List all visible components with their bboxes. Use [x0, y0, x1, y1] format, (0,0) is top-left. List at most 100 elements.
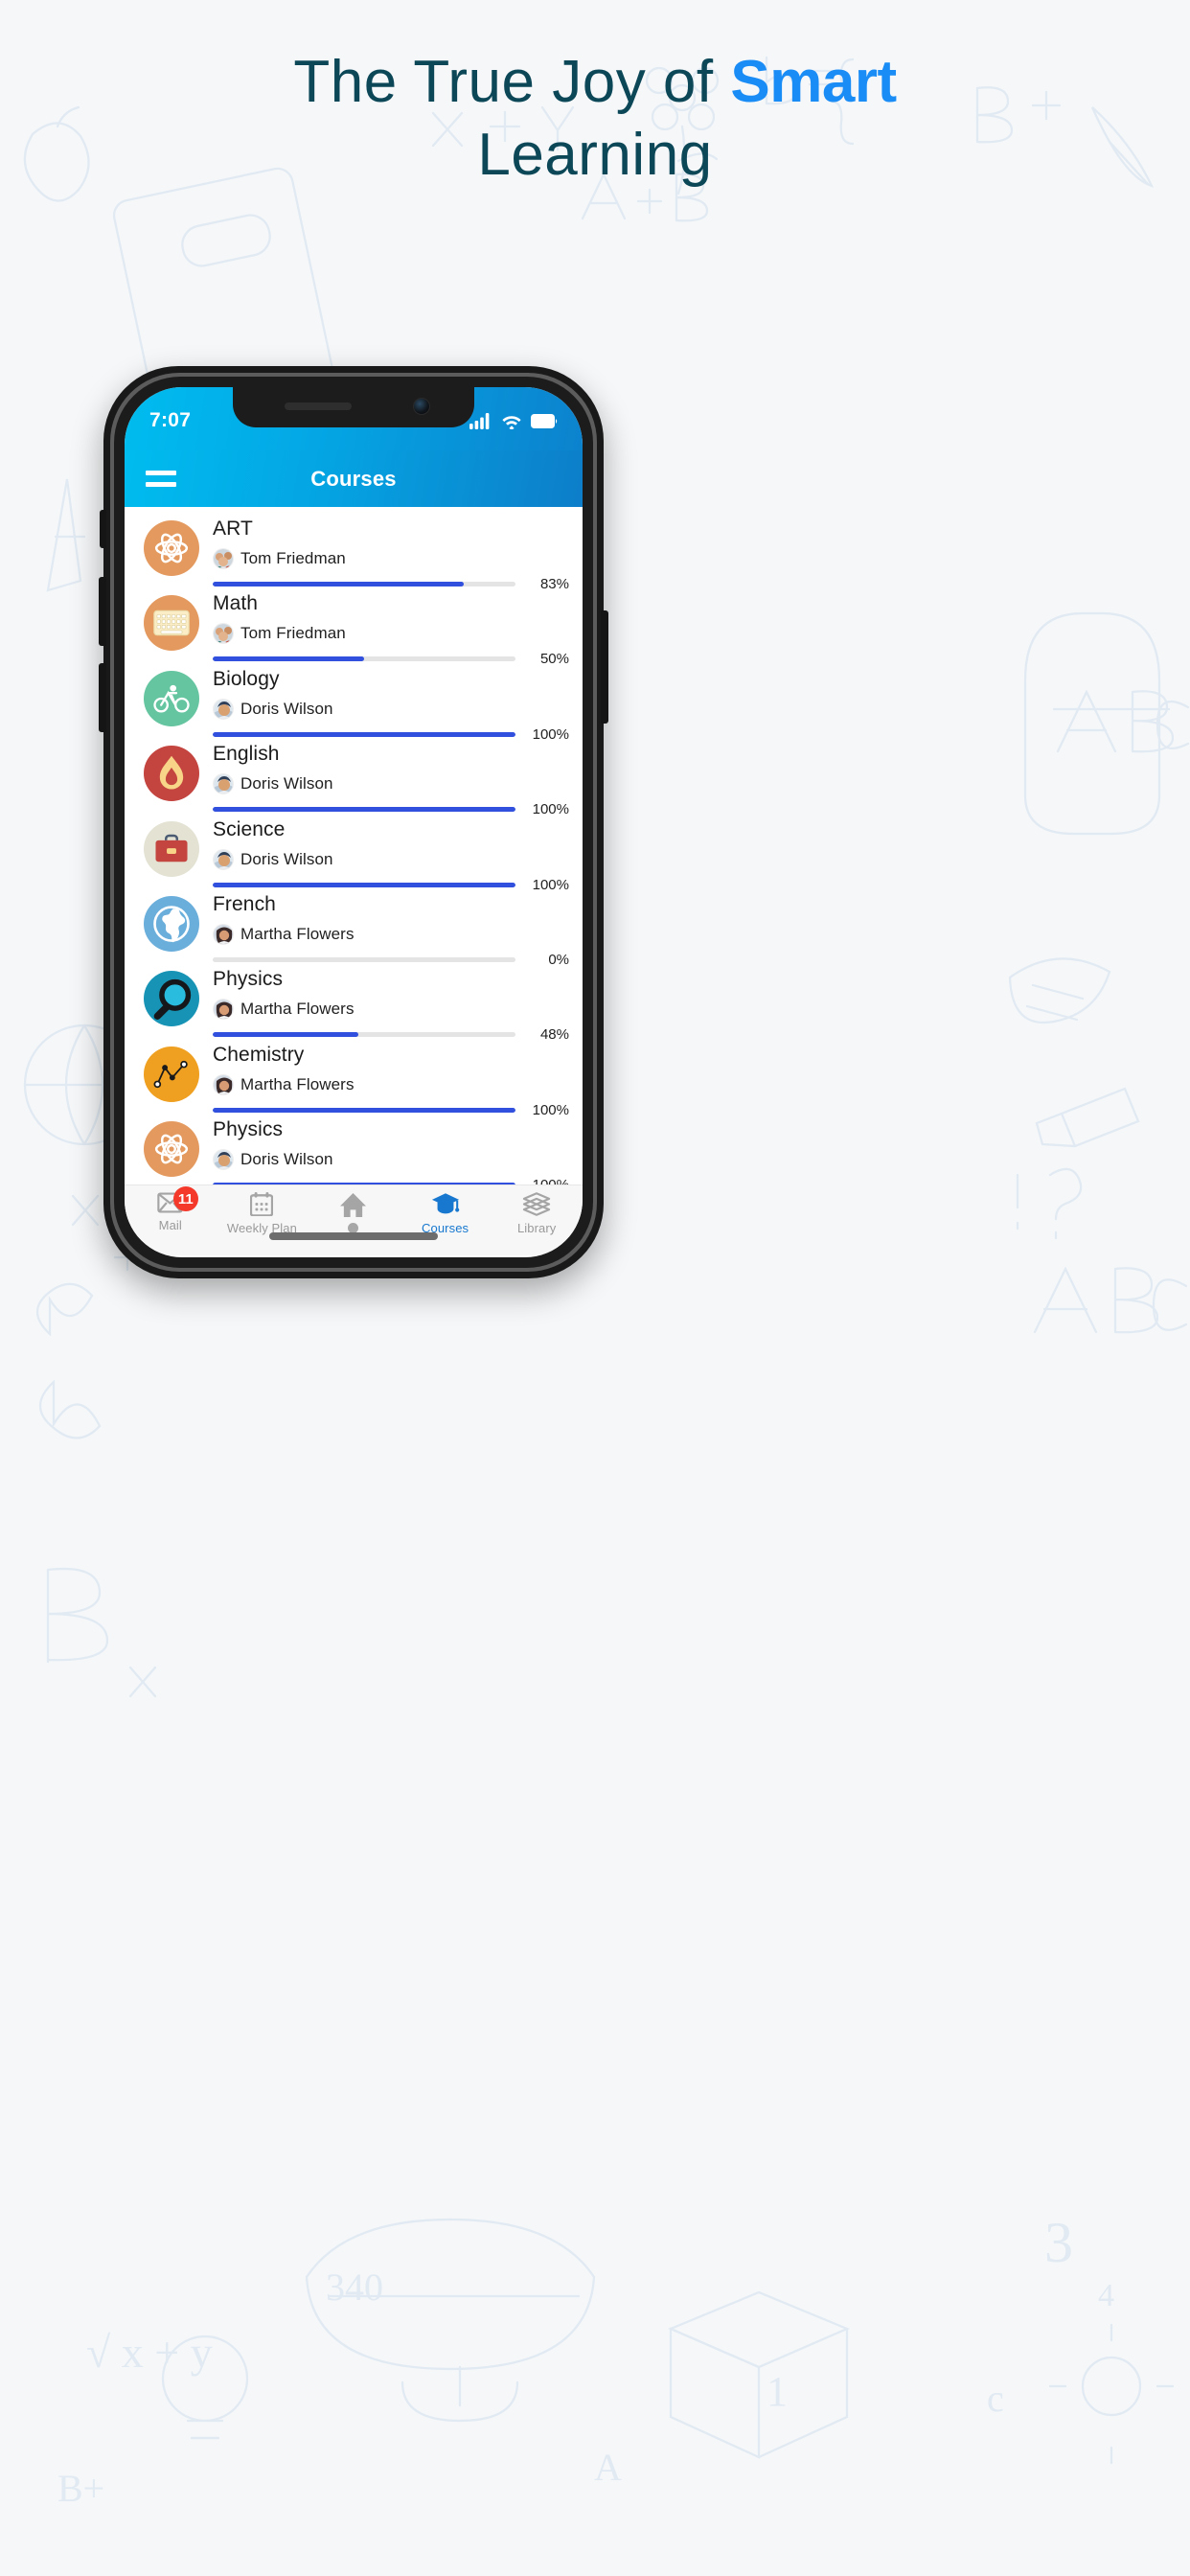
- nav-item-weekly-plan[interactable]: Weekly Plan: [217, 1192, 309, 1235]
- course-teacher: Doris Wilson: [213, 1149, 569, 1171]
- front-camera: [413, 398, 430, 415]
- teacher-name: Doris Wilson: [240, 774, 333, 794]
- phone-mockup: 7:07 Courses ART Tom Friedman 83% Math T…: [99, 366, 1014, 1278]
- atom-icon: [144, 520, 199, 576]
- svg-text:4: 4: [1098, 2278, 1114, 2313]
- course-row[interactable]: Science Doris Wilson 100%: [125, 812, 583, 893]
- course-row[interactable]: Math Tom Friedman 50%: [125, 586, 583, 667]
- progress-percent-label: 100%: [525, 1177, 569, 1184]
- doris-wilson-avatar: [213, 773, 234, 795]
- headline-accent-word: Smart: [730, 49, 897, 115]
- teacher-name: Doris Wilson: [240, 849, 333, 868]
- phone-notch: [233, 387, 474, 427]
- power-button[interactable]: [601, 610, 608, 724]
- course-details: ART Tom Friedman 83%: [213, 517, 569, 592]
- course-row[interactable]: French Martha Flowers 0%: [125, 886, 583, 968]
- course-title: English: [213, 743, 280, 766]
- course-teacher: Martha Flowers: [213, 924, 569, 945]
- progress-track: [213, 1183, 515, 1184]
- course-title: ART: [213, 518, 253, 540]
- earpiece-speaker: [285, 402, 352, 410]
- progress-fill: [213, 1183, 515, 1184]
- course-row[interactable]: Physics Martha Flowers 48%: [125, 961, 583, 1043]
- volume-down-button[interactable]: [99, 663, 106, 732]
- nav-item-label: Library: [516, 1221, 557, 1235]
- course-teacher: Doris Wilson: [213, 848, 569, 870]
- course-teacher: Tom Friedman: [213, 623, 569, 645]
- course-title: Biology: [213, 667, 280, 690]
- page-headline: The True Joy of Smart Learning: [0, 46, 1190, 191]
- headline-line2: Learning: [477, 121, 713, 188]
- course-row[interactable]: Chemistry Martha Flowers 100%: [125, 1037, 583, 1118]
- wifi-icon: [502, 415, 521, 429]
- course-row[interactable]: Biology Doris Wilson 100%: [125, 661, 583, 743]
- nav-item-label: Mail: [158, 1218, 182, 1232]
- bicycle-icon: [144, 670, 199, 726]
- martha-flowers-avatar: [213, 1073, 234, 1095]
- course-details: Biology Doris Wilson 100%: [213, 667, 569, 743]
- course-details: English Doris Wilson 100%: [213, 742, 569, 817]
- magnifier-icon: [144, 971, 199, 1027]
- svg-text:c: c: [987, 2377, 1004, 2420]
- course-teacher: Doris Wilson: [213, 773, 569, 795]
- martha-flowers-avatar: [213, 924, 234, 945]
- teacher-name: Doris Wilson: [240, 1150, 333, 1169]
- svg-text:A: A: [594, 2446, 622, 2489]
- svg-text:340: 340: [326, 2266, 383, 2309]
- svg-text:1: 1: [767, 2368, 788, 2415]
- course-row[interactable]: English Doris Wilson 100%: [125, 736, 583, 817]
- phone-frame: 7:07 Courses ART Tom Friedman 83% Math T…: [99, 366, 608, 1278]
- nav-badge: 11: [172, 1186, 198, 1211]
- volume-up-button[interactable]: [99, 577, 106, 646]
- nav-item-mail[interactable]: Mail 11: [125, 1186, 217, 1232]
- course-details: Science Doris Wilson 100%: [213, 817, 569, 893]
- martha-flowers-avatar: [213, 999, 234, 1021]
- course-title: French: [213, 892, 276, 915]
- doris-wilson-avatar: [213, 698, 234, 720]
- signal-icon: [469, 412, 490, 429]
- atom-icon: [144, 1121, 199, 1178]
- doris-wilson-avatar: [213, 1149, 234, 1171]
- tom-friedman-avatar: [213, 623, 234, 645]
- battery-icon: [531, 413, 558, 428]
- course-details: Chemistry Martha Flowers 100%: [213, 1043, 569, 1118]
- teacher-name: Martha Flowers: [240, 1074, 355, 1093]
- course-title: Science: [213, 817, 286, 840]
- calendar-icon: [250, 1192, 274, 1216]
- teacher-name: Tom Friedman: [240, 624, 346, 643]
- course-teacher: Doris Wilson: [213, 698, 569, 720]
- silent-switch-button[interactable]: [100, 510, 106, 548]
- keyboard-icon: [144, 595, 199, 652]
- teacher-name: Tom Friedman: [240, 549, 346, 568]
- svg-text:3: 3: [1044, 2211, 1073, 2274]
- nav-item-library[interactable]: Library: [491, 1192, 583, 1235]
- bottom-navigation-bar[interactable]: Mail 11 Weekly Plan Courses Library: [125, 1184, 583, 1255]
- teacher-name: Martha Flowers: [240, 1000, 355, 1019]
- books-icon: [523, 1192, 551, 1216]
- course-details: French Martha Flowers 0%: [213, 892, 569, 968]
- graduation-cap-icon: [431, 1193, 459, 1214]
- course-row[interactable]: ART Tom Friedman 83%: [125, 511, 583, 592]
- teacher-name: Doris Wilson: [240, 699, 333, 718]
- briefcase-icon: [144, 820, 199, 877]
- course-teacher: Martha Flowers: [213, 999, 569, 1021]
- teacher-name: Martha Flowers: [240, 925, 355, 943]
- home-icon: [340, 1192, 367, 1218]
- flame-icon: [144, 746, 199, 802]
- course-details: Physics Martha Flowers 48%: [213, 967, 569, 1043]
- nav-item-courses[interactable]: Courses: [400, 1192, 492, 1235]
- nav-item-home[interactable]: [308, 1192, 400, 1233]
- course-title: Physics: [213, 1118, 284, 1141]
- hamburger-menu-icon[interactable]: [146, 464, 176, 494]
- course-row[interactable]: Physics Doris Wilson 100%: [125, 1112, 583, 1184]
- course-title: Math: [213, 592, 259, 615]
- course-progress: 100%: [213, 1177, 569, 1184]
- phone-screen: 7:07 Courses ART Tom Friedman 83% Math T…: [125, 387, 583, 1257]
- course-list[interactable]: ART Tom Friedman 83% Math Tom Friedman 5…: [125, 507, 583, 1184]
- home-indicator[interactable]: [269, 1232, 438, 1240]
- headline-line1-prefix: The True Joy of: [293, 49, 731, 115]
- course-teacher: Martha Flowers: [213, 1073, 569, 1095]
- globe-icon: [144, 895, 199, 952]
- doris-wilson-avatar: [213, 848, 234, 870]
- course-title: Chemistry: [213, 1043, 305, 1066]
